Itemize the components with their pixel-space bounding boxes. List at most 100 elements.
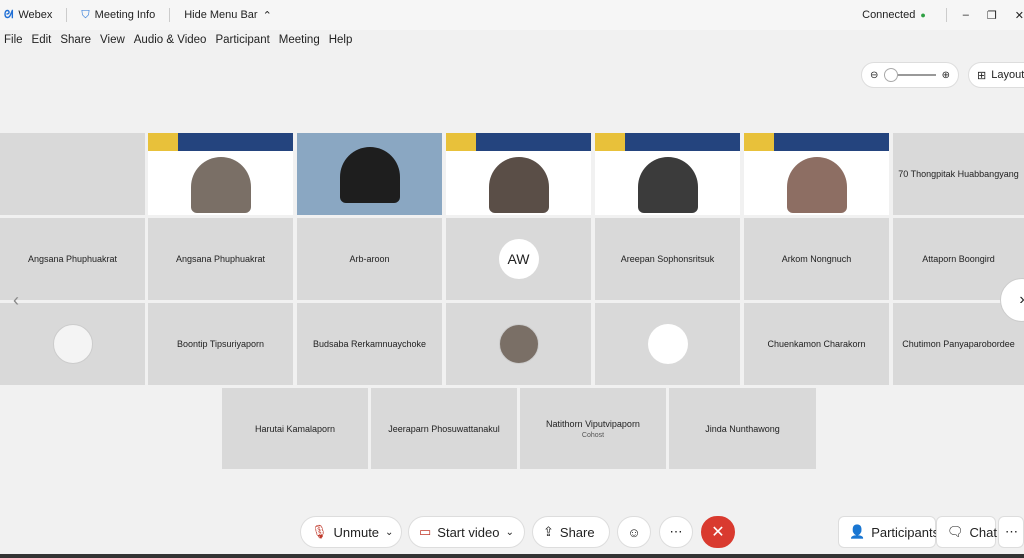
participant-name: Jeeraparn Phosuwattanakul [388,423,500,434]
close-icon: ✕ [711,524,725,541]
participant-video [637,157,698,213]
leave-meeting-button[interactable]: ✕ [701,516,735,548]
zoom-slider[interactable] [884,68,936,82]
video-banner [446,133,591,151]
participant-tile[interactable]: Boontip Tipsuriyaporn [148,303,293,385]
participant-name: Chutimon Panyaparobordee [902,339,1015,349]
more-options-button[interactable]: ⋯ [659,516,693,548]
grid-icon: ⊞ [977,69,987,82]
meeting-info-button[interactable]: ⛉ Meeting Info [81,9,155,22]
menu-view[interactable]: View [100,34,125,46]
unmute-button[interactable]: 🎙 Unmute ⌄ [300,516,402,548]
divider [945,8,947,22]
video-tile[interactable] [744,133,889,215]
participants-button[interactable]: 👤 Participants [838,516,939,548]
participant-video [190,157,251,213]
status-dot-icon: ● [920,10,926,20]
participant-tile[interactable]: Budsaba Rerkamnuaychoke [297,303,442,385]
menu-bar: File Edit Share View Audio & Video Parti… [0,30,1024,50]
reactions-button[interactable]: ☺ [617,516,651,548]
participant-video [488,157,549,213]
participant-tile[interactable]: Arkom Nongnuch [744,218,889,300]
ellipsis-icon: ⋯ [1005,524,1018,539]
zoom-out-icon[interactable]: ⊖ [870,70,878,81]
video-banner [744,133,889,151]
smiley-icon: ☺ [627,524,641,540]
avatar [647,324,688,364]
video-banner [595,133,740,151]
chevron-down-icon[interactable]: ⌄ [385,527,393,538]
participant-tile[interactable]: Jinda Nunthawong [669,388,816,469]
title-bar: ᘛ Webex ⛉ Meeting Info Hide Menu Bar ⌃ C… [0,0,1024,30]
participant-tile[interactable]: Areepan Sophonsritsuk [595,218,740,300]
participant-name: Angsana Phuphuakrat [27,254,118,264]
zoom-control[interactable]: ⊖ ⊕ [861,62,959,88]
chevron-right-icon: › [1019,291,1024,309]
chevron-up-icon: ⌃ [262,9,272,22]
divider [169,8,171,22]
participant-name: Budsaba Rerkamnuaychoke [312,339,427,349]
menu-audio-video[interactable]: Audio & Video [134,34,207,46]
participant-name: Jinda Nunthawong [705,423,780,434]
more-panels-button[interactable]: ⋯ [998,516,1024,548]
participant-tile[interactable]: Natithorn Viputvipaporn Cohost [520,388,666,469]
close-icon[interactable]: ✕ [1015,9,1024,22]
zoom-slider-handle[interactable] [884,68,899,82]
person-icon: 👤 [849,524,866,539]
participant-name: Harutai Kamalaporn [254,423,336,434]
participant-name: Chuenkamon Charakorn [767,339,866,349]
restore-icon[interactable]: ❐ [987,9,997,22]
share-button[interactable]: ⇪ Share [532,516,610,548]
shield-icon: ⛉ [81,8,90,21]
participant-tile[interactable]: Harutai Kamalaporn [222,388,368,469]
taskbar-edge [0,554,1024,558]
menu-edit[interactable]: Edit [32,34,52,46]
hide-menu-bar-button[interactable]: Hide Menu Bar ⌃ [184,9,272,22]
participant-name: Boontip Tipsuriyaporn [176,339,265,349]
ellipsis-icon: ⋯ [669,524,683,539]
app-title: ᘛ Webex [4,8,53,22]
chat-button[interactable]: 🗨 Chat [936,516,997,548]
video-tile[interactable] [595,133,740,215]
layout-button[interactable]: ⊞ Layout [968,62,1024,88]
minimize-icon[interactable]: – [963,9,969,21]
participant-tile[interactable]: Chutimon Panyaparobordee [893,303,1024,385]
chevron-down-icon[interactable]: ⌄ [506,527,514,538]
video-tile[interactable] [446,133,591,215]
participant-tile[interactable]: Jeeraparn Phosuwattanakul [371,388,517,469]
webex-logo-icon: ᘛ [4,8,14,21]
participant-tile[interactable]: AW [446,218,591,300]
participant-tile[interactable] [446,303,591,385]
participant-name: Angsana Phuphuakrat [175,254,266,264]
participant-video [339,147,400,203]
menu-meeting[interactable]: Meeting [279,34,320,46]
video-off-icon: ▭ [419,524,432,539]
menu-participant[interactable]: Participant [215,34,269,46]
video-tile[interactable] [297,133,442,215]
previous-page-icon[interactable]: ‹ [6,290,26,310]
video-tile[interactable] [0,133,145,215]
participant-tile[interactable]: Arb-aroon [297,218,442,300]
menu-file[interactable]: File [4,34,23,46]
start-video-button[interactable]: ▭ Start video ⌄ [408,516,525,548]
avatar [52,324,93,364]
participant-tile[interactable] [0,303,145,385]
participant-tile[interactable]: Chuenkamon Charakorn [744,303,889,385]
avatar: AW [498,239,539,279]
participant-tile[interactable]: 70 Thongpitak Huabbangyang [893,133,1024,215]
participant-video [786,157,847,213]
participant-name: Areepan Sophonsritsuk [620,254,715,264]
participant-tile[interactable]: Angsana Phuphuakrat [148,218,293,300]
menu-share[interactable]: Share [60,34,91,46]
participant-tile[interactable]: Angsana Phuphuakrat [0,218,145,300]
participant-name: Arb-aroon [349,254,390,264]
menu-help[interactable]: Help [329,34,353,46]
video-banner [148,133,293,151]
cohost-badge: Cohost [581,431,605,439]
participant-tile[interactable] [595,303,740,385]
share-icon: ⇪ [543,524,554,539]
participant-name: Attaporn Boongird [922,254,995,264]
chat-bubble-icon: 🗨 [947,524,964,539]
video-tile[interactable] [148,133,293,215]
zoom-in-icon[interactable]: ⊕ [942,70,950,81]
